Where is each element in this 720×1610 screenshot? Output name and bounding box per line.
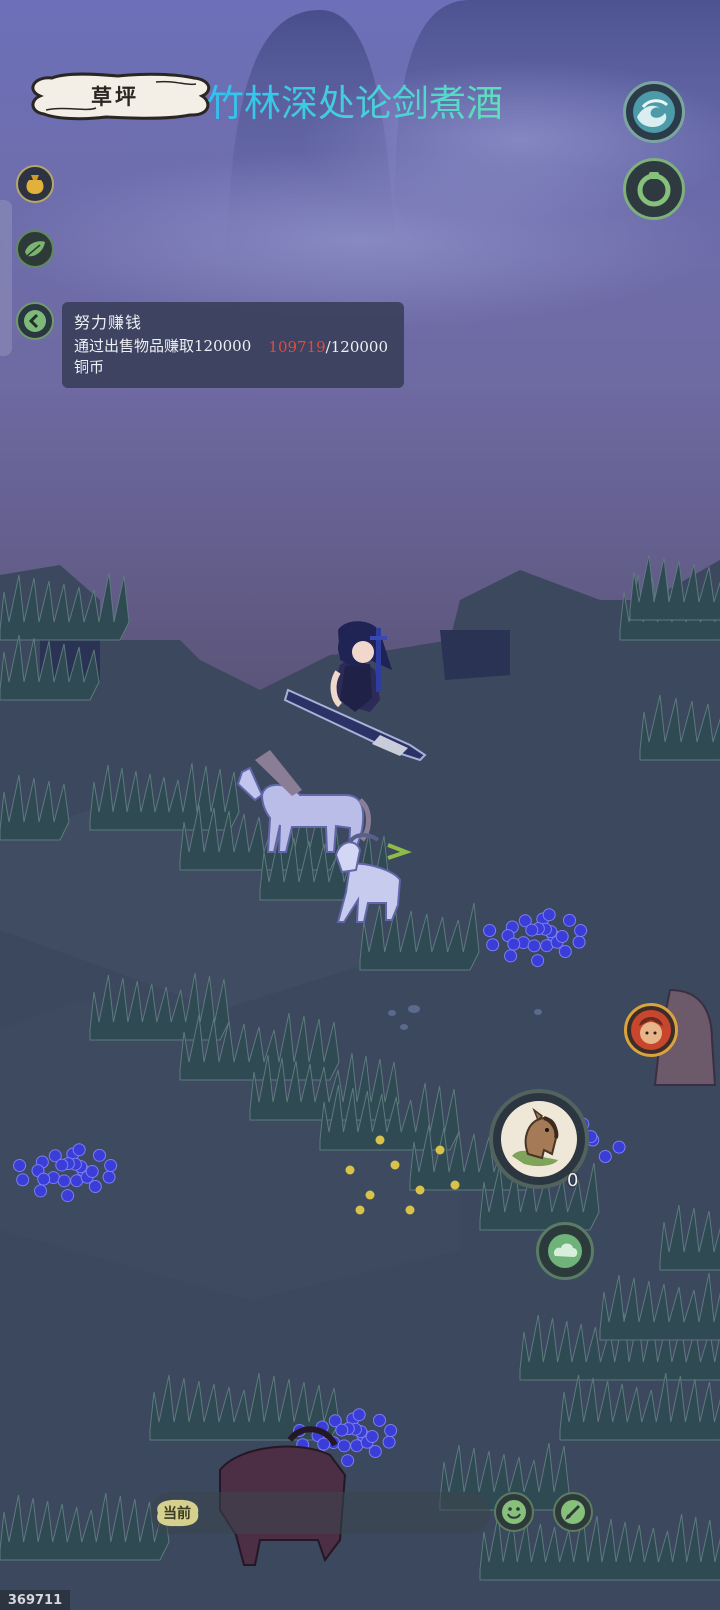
warrior-portrait-icon (631, 1010, 671, 1050)
flower (574, 924, 588, 938)
flower (563, 913, 577, 927)
score-readout: 369711 (0, 1590, 70, 1610)
left-edge-drawer-tab[interactable] (0, 200, 12, 356)
horse-head-icon (501, 1101, 577, 1177)
overlay-caption: 竹林深处论剑煮酒 (207, 82, 503, 125)
flower (382, 1435, 396, 1449)
flower (598, 1150, 612, 1164)
flower (527, 939, 541, 953)
flower (16, 1173, 30, 1187)
quest-title: 努力赚钱 (74, 313, 143, 332)
money-bag-icon (26, 175, 44, 194)
game-scene[interactable] (0, 0, 720, 1610)
quest-progress-target: /120000 (325, 338, 388, 356)
brush-button[interactable] (553, 1492, 593, 1532)
gourd-ring-icon (637, 172, 671, 207)
cloud-icon (548, 1234, 582, 1268)
flower (37, 1172, 51, 1186)
flower (352, 1408, 366, 1422)
flower (572, 935, 586, 949)
wave-icon (633, 91, 675, 133)
flower (61, 1189, 75, 1203)
cliff-edge (440, 630, 510, 680)
smile-icon (502, 1500, 526, 1524)
yellow-flower (450, 1180, 460, 1190)
leaf-button[interactable] (16, 230, 54, 268)
yellow-flower (365, 1190, 375, 1200)
flower (57, 1174, 71, 1188)
flower (525, 923, 539, 937)
money-bag-button[interactable] (16, 165, 54, 203)
chat-channel-tab[interactable]: 当前 (152, 1497, 202, 1529)
flower (555, 930, 569, 944)
gourd-button[interactable] (623, 158, 685, 220)
quest-description: 通过出售物品赚取120000铜币 (74, 337, 252, 376)
quest-progress: 109719/120000 (268, 338, 388, 356)
flower (85, 1165, 99, 1179)
yellow-flower (390, 1160, 400, 1170)
yellow-flower (405, 1205, 415, 1215)
chat-channel-label: 当前 (163, 1506, 191, 1522)
location-name: 草坪 (91, 84, 139, 109)
quest-tracker-panel[interactable]: 努力赚钱 通过出售物品赚取120000铜币 109719/120000 (62, 302, 404, 388)
flower (72, 1143, 86, 1157)
wave-button[interactable] (623, 81, 685, 143)
flower (504, 949, 518, 963)
warrior-portrait-button[interactable] (624, 1003, 678, 1057)
flower (34, 1184, 48, 1198)
leaf-icon (25, 241, 45, 257)
location-plaque[interactable]: 草坪 (26, 70, 212, 122)
mount-count: 0 (567, 1170, 579, 1191)
flower (317, 1437, 331, 1451)
emoji-button[interactable] (494, 1492, 534, 1532)
flower (341, 1454, 355, 1468)
cloud-skill-button[interactable] (536, 1222, 594, 1280)
collapse-arrow-icon (24, 310, 46, 332)
flower (93, 1148, 107, 1162)
brush-icon (561, 1500, 585, 1524)
quest-collapse-button[interactable] (16, 302, 54, 340)
flower (612, 1140, 626, 1154)
quest-progress-current: 109719 (268, 338, 326, 356)
flower (542, 908, 556, 922)
flower (507, 937, 521, 951)
flower (384, 1424, 398, 1438)
flower (102, 1170, 116, 1184)
flower (13, 1159, 27, 1173)
flower (486, 938, 500, 952)
yellow-flower (375, 1135, 385, 1145)
yellow-flower (345, 1165, 355, 1175)
flower (483, 924, 497, 938)
yellow-flower (355, 1205, 365, 1215)
flower (531, 954, 545, 968)
flower (104, 1159, 118, 1173)
flower (55, 1158, 69, 1172)
flower (335, 1423, 349, 1437)
yellow-flower (415, 1185, 425, 1195)
flower (365, 1430, 379, 1444)
yellow-flower (435, 1145, 445, 1155)
flower (373, 1413, 387, 1427)
flower (337, 1439, 351, 1453)
